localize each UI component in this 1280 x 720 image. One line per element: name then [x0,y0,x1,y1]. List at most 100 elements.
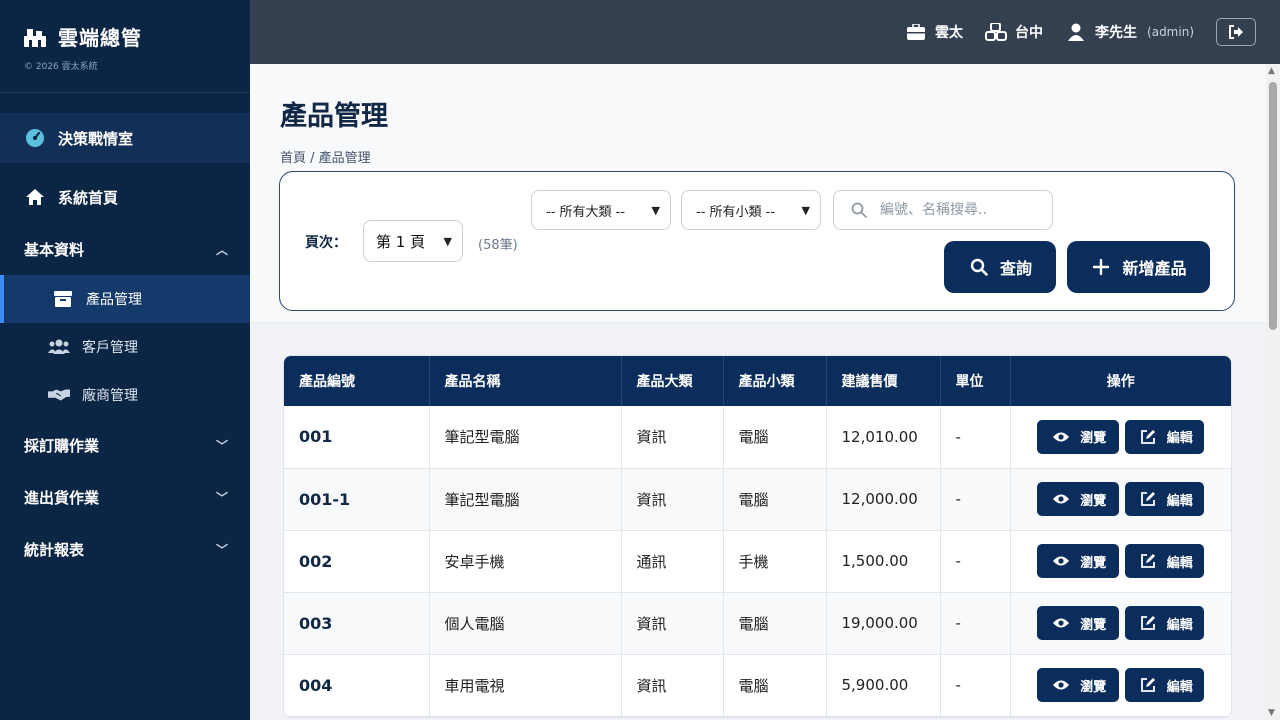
sidebar-item-dashboard[interactable]: 決策戰情室 [0,113,250,163]
sidebar-item-customers[interactable]: 客戶管理 [0,323,250,371]
column-header[interactable]: 產品大類 [621,356,724,406]
edit-button[interactable]: 編輯 [1125,544,1205,578]
product-price: 1,500.00 [826,530,941,592]
company-indicator[interactable]: 雲太 [905,21,963,43]
page-scrollbar[interactable]: ▲ ▼ [1266,64,1280,720]
table-row: 001-1 筆記型電腦 資訊 電腦 12,000.00 - 瀏覽 編輯 [284,468,1231,530]
edit-button-label: 編輯 [1166,431,1193,447]
page-title: 產品管理 [280,101,388,132]
row-actions: 瀏覽 編輯 [1010,592,1231,654]
scroll-up-icon[interactable]: ▲ [1268,66,1275,76]
category-select-value: -- 所有大類 -- [546,204,626,220]
view-button[interactable]: 瀏覽 [1037,482,1120,516]
sidebar-item-products[interactable]: 產品管理 [0,275,250,323]
chevron-down-icon: ﹀ [215,490,228,505]
category-select[interactable]: -- 所有大類 -- ▼ [531,190,671,230]
table-row: 003 個人電腦 資訊 電腦 19,000.00 - 瀏覽 編輯 [284,592,1231,654]
sidebar-item-label: 系統首頁 [58,188,119,207]
user-indicator[interactable]: 李先生 (admin) [1065,21,1194,43]
sidebar-item-purchase[interactable]: 採訂購作業 ﹀ [0,419,250,471]
product-name: 安卓手機 [429,530,622,592]
page-select[interactable]: 第 1 頁 ▼ [363,220,463,262]
column-header[interactable]: 產品編號 [284,356,430,406]
sidebar-item-label: 決策戰情室 [58,129,134,148]
edit-button[interactable]: 編輯 [1125,668,1205,702]
brand-copyright: © 2026 雲太系統 [24,62,98,72]
row-actions: 瀏覽 編輯 [1010,406,1231,468]
edit-button-label: 編輯 [1166,617,1193,633]
eye-icon [1050,612,1072,634]
briefcase-icon [905,21,927,43]
query-button[interactable]: 查詢 [944,241,1056,293]
sidebar: 雲端總管 © 2026 雲太系統 決策戰情室 系統首頁 基本資料 ︿ 產品管理 [0,0,250,720]
column-header[interactable]: 建議售價 [826,356,941,406]
product-subcategory: 電腦 [723,406,827,468]
view-button-label: 瀏覽 [1080,679,1107,695]
edit-icon [1137,550,1159,572]
sidebar-item-label: 廠商管理 [82,388,138,404]
chevron-down-icon: ▼ [801,203,810,217]
scroll-down-icon[interactable]: ▼ [1268,708,1275,718]
sidebar-item-basic[interactable]: 基本資料 ︿ [0,223,250,275]
column-header[interactable]: 產品名稱 [429,356,622,406]
edit-button-label: 編輯 [1166,679,1193,695]
edit-button[interactable]: 編輯 [1125,419,1205,454]
product-name: 個人電腦 [429,592,622,654]
home-icon [24,186,46,208]
product-unit: - [940,592,1011,654]
edit-icon [1137,674,1159,696]
user-icon [1065,21,1087,43]
topbar: 雲太 台中 李先生 (admin) [250,0,1280,64]
main-content: 產品管理 首頁 / 產品管理 頁次： 第 1 頁 ▼ (58筆) -- 所有大類… [250,64,1266,720]
sidebar-item-inout[interactable]: 進出貨作業 ﹀ [0,471,250,523]
chevron-down-icon: ﹀ [215,542,228,557]
product-price: 5,900.00 [826,654,941,716]
breadcrumb[interactable]: 首頁 / 產品管理 [280,147,1236,166]
branch-indicator[interactable]: 台中 [985,21,1043,43]
product-name: 筆記型電腦 [429,406,622,468]
eye-icon [1050,550,1072,572]
edit-icon [1137,426,1159,448]
search-input[interactable] [880,202,1040,218]
users-icon [48,336,70,358]
sidebar-item-home[interactable]: 系統首頁 [0,171,250,223]
product-unit: - [940,654,1011,716]
search-icon [968,256,990,278]
product-category: 資訊 [621,592,724,654]
cubes-icon [985,21,1008,43]
product-subcategory: 電腦 [723,468,827,530]
product-unit: - [940,530,1011,592]
column-header[interactable]: 產品小類 [723,356,827,406]
brand: 雲端總管 © 2026 雲太系統 [0,0,250,93]
edit-button-label: 編輯 [1166,493,1193,509]
sidebar-item-label: 客戶管理 [82,340,138,356]
sidebar-item-label: 產品管理 [86,292,142,308]
product-category: 資訊 [621,468,724,530]
gauge-icon [24,127,46,149]
product-table: 產品編號 產品名稱 產品大類 產品小類 建議售價 單位 操作 001 筆記型電腦… [283,355,1232,718]
logout-button[interactable] [1216,18,1256,46]
scrollbar-thumb[interactable] [1269,82,1277,330]
view-button-label: 瀏覽 [1080,431,1107,447]
column-header[interactable]: 單位 [940,356,1011,406]
view-button[interactable]: 瀏覽 [1037,606,1120,640]
edit-button-label: 編輯 [1166,555,1193,571]
search-box [833,190,1053,230]
view-button[interactable]: 瀏覽 [1037,544,1120,578]
sidebar-item-reports[interactable]: 統計報表 ﹀ [0,523,250,575]
product-subcategory: 電腦 [723,654,827,716]
view-button[interactable]: 瀏覽 [1037,419,1120,454]
sidebar-item-vendors[interactable]: 廠商管理 [0,371,250,419]
product-price: 12,000.00 [826,468,941,530]
subcategory-select[interactable]: -- 所有小類 -- ▼ [681,190,821,230]
product-code: 004 [284,654,430,716]
eye-icon [1050,674,1072,696]
edit-button[interactable]: 編輯 [1125,606,1205,640]
edit-button[interactable]: 編輯 [1125,482,1205,516]
view-button[interactable]: 瀏覽 [1037,668,1120,702]
add-product-button[interactable]: 新增產品 [1067,241,1210,293]
user-name: 李先生 [1095,25,1138,41]
add-product-button-label: 新增產品 [1122,259,1187,278]
query-button-label: 查詢 [999,259,1032,278]
product-subcategory: 電腦 [723,592,827,654]
